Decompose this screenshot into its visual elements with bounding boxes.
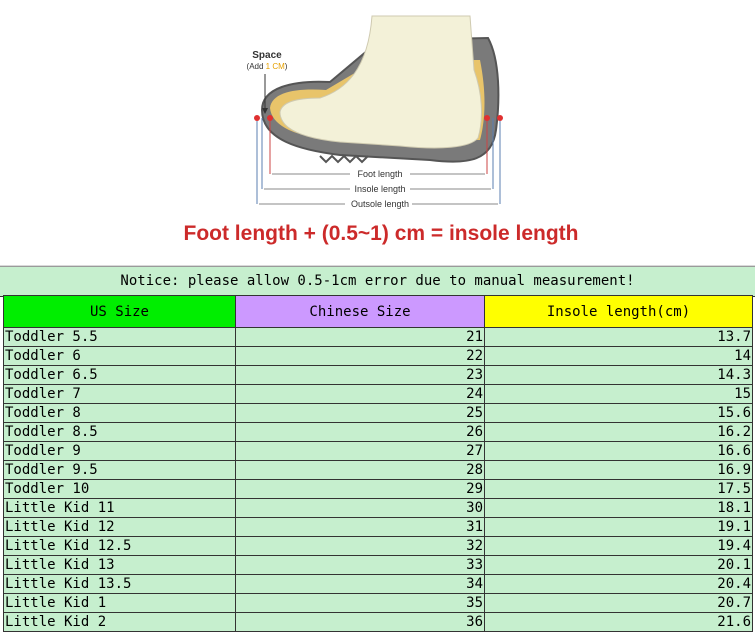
insole-length-cell: 16.9 xyxy=(484,460,753,480)
us-size-cell: Toddler 9 xyxy=(3,441,236,461)
table-row: Toddler 6 22 14 xyxy=(3,346,753,366)
insole-length-cell: 15.6 xyxy=(484,403,753,423)
insole-length-cell: 18.1 xyxy=(484,498,753,518)
foot-length-label: Foot length xyxy=(357,169,402,179)
chinese-size-cell: 30 xyxy=(235,498,485,518)
table-row: Toddler 9.5 28 16.9 xyxy=(3,460,753,480)
insole-length-cell: 19.4 xyxy=(484,536,753,556)
chinese-size-cell: 21 xyxy=(235,327,485,347)
size-rows: Toddler 5.5 21 13.7 Toddler 6 22 14 Toddler 6.… xyxy=(3,327,753,632)
table-row: Toddler 8 25 15.6 xyxy=(3,403,753,423)
chinese-size-cell: 24 xyxy=(235,384,485,404)
us-size-cell: Little Kid 12 xyxy=(3,517,236,537)
chinese-size-cell: 29 xyxy=(235,479,485,499)
us-size-cell: Little Kid 13.5 xyxy=(3,574,236,594)
chinese-size-cell: 31 xyxy=(235,517,485,537)
insole-length-cell: 16.2 xyxy=(484,422,753,442)
insole-length-cell: 14.3 xyxy=(484,365,753,385)
space-label: Space xyxy=(252,50,282,61)
size-chart-table: US Size Chinese Size Insole length(cm) T… xyxy=(3,295,753,632)
table-row: Little Kid 11 30 18.1 xyxy=(3,498,753,518)
us-size-cell: Little Kid 12.5 xyxy=(3,536,236,556)
outsole-length-label: Outsole length xyxy=(351,199,409,209)
chinese-size-cell: 28 xyxy=(235,460,485,480)
insole-length-cell: 20.1 xyxy=(484,555,753,575)
table-row: Toddler 5.5 21 13.7 xyxy=(3,327,753,347)
insole-length-cell: 17.5 xyxy=(484,479,753,499)
table-row: Toddler 8.5 26 16.2 xyxy=(3,422,753,442)
table-row: Little Kid 13.5 34 20.4 xyxy=(3,574,753,594)
us-size-cell: Toddler 6 xyxy=(3,346,236,366)
us-size-cell: Toddler 7 xyxy=(3,384,236,404)
chinese-size-cell: 26 xyxy=(235,422,485,442)
chinese-size-cell: 33 xyxy=(235,555,485,575)
table-row: Toddler 9 27 16.6 xyxy=(3,441,753,461)
table-row: Toddler 7 24 15 xyxy=(3,384,753,404)
table-row: Toddler 10 29 17.5 xyxy=(3,479,753,499)
insole-length-cell: 16.6 xyxy=(484,441,753,461)
chinese-size-cell: 23 xyxy=(235,365,485,385)
chinese-size-cell: 34 xyxy=(235,574,485,594)
insole-length-cell: 20.4 xyxy=(484,574,753,594)
us-size-cell: Little Kid 11 xyxy=(3,498,236,518)
insole-formula: Foot length + (0.5~1) cm = insole length xyxy=(183,222,579,245)
chinese-size-cell: 25 xyxy=(235,403,485,423)
chinese-size-cell: 27 xyxy=(235,441,485,461)
us-size-cell: Toddler 8.5 xyxy=(3,422,236,442)
insole-length-label: Insole length xyxy=(354,184,405,194)
insole-length-cell: 21.6 xyxy=(484,612,753,632)
header-chinese-size: Chinese Size xyxy=(235,295,485,328)
space-note: (Add 1 CM) xyxy=(247,62,288,71)
measurement-notice: Notice: please allow 0.5-1cm error due t… xyxy=(0,266,755,297)
us-size-cell: Little Kid 13 xyxy=(3,555,236,575)
table-row: Little Kid 2 36 21.6 xyxy=(3,612,753,632)
us-size-cell: Toddler 10 xyxy=(3,479,236,499)
insole-length-cell: 14 xyxy=(484,346,753,366)
us-size-cell: Toddler 5.5 xyxy=(3,327,236,347)
table-header-row: US Size Chinese Size Insole length(cm) xyxy=(3,295,753,328)
table-row: Little Kid 1 35 20.7 xyxy=(3,593,753,613)
chinese-size-cell: 32 xyxy=(235,536,485,556)
chinese-size-cell: 36 xyxy=(235,612,485,632)
header-us-size: US Size xyxy=(3,295,236,328)
insole-length-cell: 20.7 xyxy=(484,593,753,613)
measurement-figure: Space (Add 1 CM) Foot length Insole leng… xyxy=(0,0,755,266)
insole-length-cell: 13.7 xyxy=(484,327,753,347)
insole-length-cell: 15 xyxy=(484,384,753,404)
table-row: Toddler 6.5 23 14.3 xyxy=(3,365,753,385)
us-size-cell: Toddler 9.5 xyxy=(3,460,236,480)
chinese-size-cell: 22 xyxy=(235,346,485,366)
table-row: Little Kid 12 31 19.1 xyxy=(3,517,753,537)
table-row: Little Kid 13 33 20.1 xyxy=(3,555,753,575)
header-insole-length: Insole length(cm) xyxy=(484,295,753,328)
table-row: Little Kid 12.5 32 19.4 xyxy=(3,536,753,556)
us-size-cell: Toddler 8 xyxy=(3,403,236,423)
insole-length-cell: 19.1 xyxy=(484,517,753,537)
us-size-cell: Toddler 6.5 xyxy=(3,365,236,385)
us-size-cell: Little Kid 1 xyxy=(3,593,236,613)
us-size-cell: Little Kid 2 xyxy=(3,612,236,632)
chinese-size-cell: 35 xyxy=(235,593,485,613)
